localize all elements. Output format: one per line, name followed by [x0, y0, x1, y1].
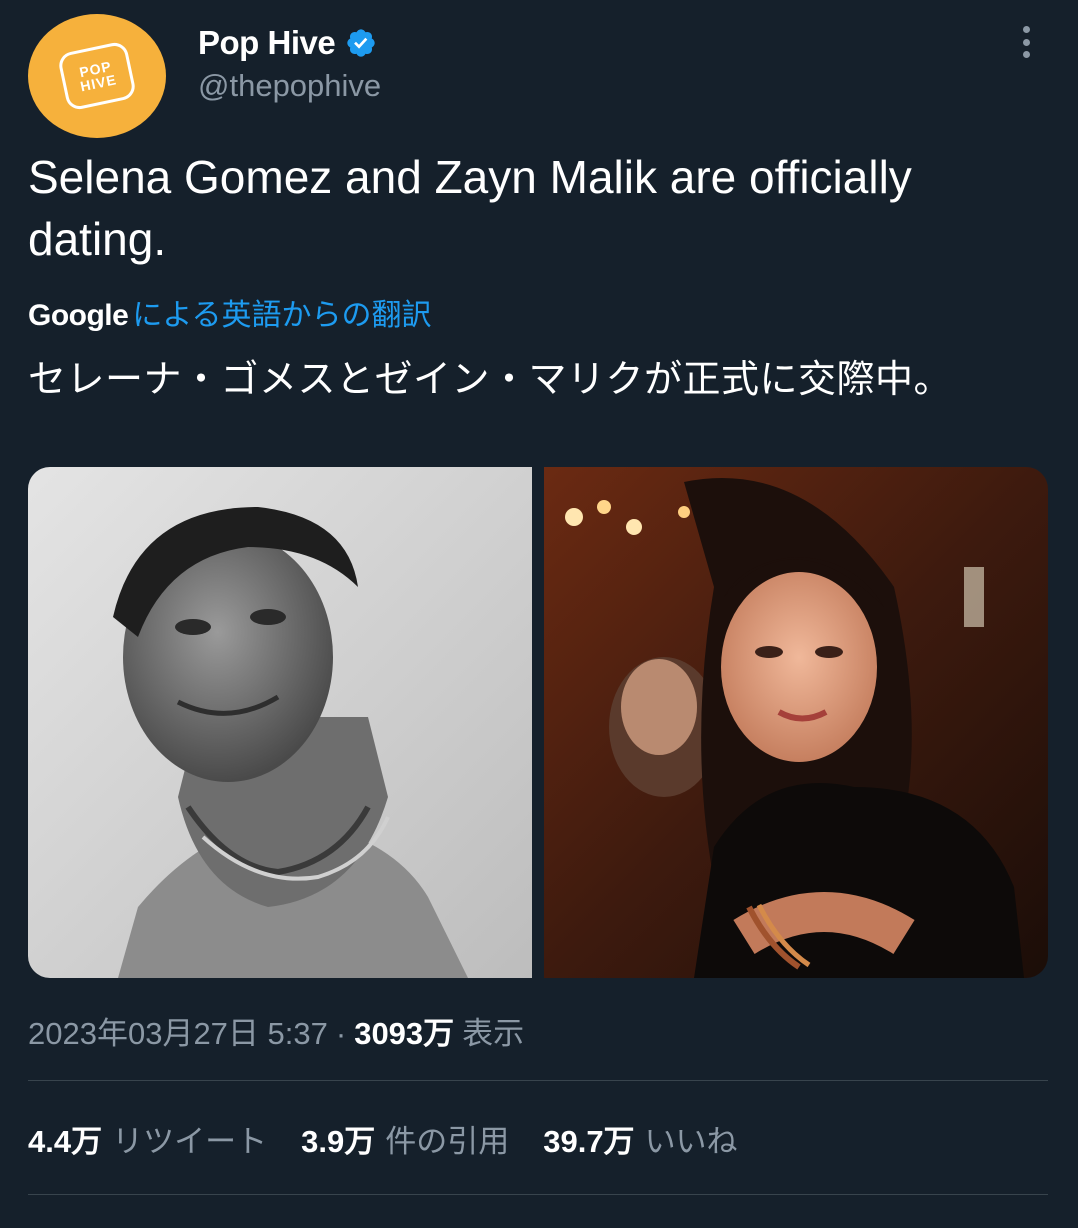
translation-link[interactable]: による英語からの翻訳 — [132, 290, 431, 334]
divider — [28, 1194, 1048, 1195]
divider — [28, 1080, 1048, 1081]
more-options-icon[interactable] — [1012, 22, 1040, 62]
tweet-media — [28, 467, 1048, 978]
tweet-detail: POP HIVE Pop Hive @thepophive Selena Gom… — [0, 0, 1078, 1228]
author-name-row: Pop Hive — [198, 24, 377, 62]
avatar[interactable]: POP HIVE — [28, 14, 166, 138]
timestamp[interactable]: 2023年03月27日 5:37 — [28, 1008, 328, 1053]
stat-likes[interactable]: 39.7万 いいね — [543, 1116, 737, 1161]
retweet-label: リツイート — [112, 1124, 268, 1159]
pop-hive-logo: POP HIVE — [56, 40, 138, 112]
author-display-name[interactable]: Pop Hive — [198, 24, 336, 62]
photo-selena[interactable] — [544, 467, 1048, 978]
views-label: 表示 — [462, 1016, 525, 1051]
google-label: Google — [28, 299, 129, 332]
author-handle[interactable]: @thepophive — [198, 68, 381, 104]
like-count: 39.7万 — [543, 1124, 635, 1159]
stat-quotes[interactable]: 3.9万 件の引用 — [301, 1116, 509, 1161]
tweet-meta: 2023年03月27日 5:37 · 3093万 表示 — [28, 1008, 524, 1053]
quote-label: 件の引用 — [385, 1124, 510, 1159]
retweet-count: 4.4万 — [28, 1124, 103, 1159]
meta-separator: · — [335, 1016, 347, 1051]
photo-zayn[interactable] — [28, 467, 532, 978]
views-count: 3093万 — [354, 1016, 455, 1051]
like-label: いいね — [644, 1124, 738, 1159]
stat-retweets[interactable]: 4.4万 リツイート — [28, 1116, 267, 1161]
engagement-stats: 4.4万 リツイート 3.9万 件の引用 39.7万 いいね — [28, 1116, 738, 1161]
tweet-text: Selena Gomez and Zayn Malik are official… — [28, 151, 912, 265]
verified-badge-icon — [347, 29, 375, 57]
translation-attribution: Google による英語からの翻訳 — [28, 290, 431, 334]
translated-text: セレーナ・ゴメスとゼイン・マリクが正式に交際中。 — [28, 359, 953, 401]
quote-count: 3.9万 — [301, 1124, 376, 1159]
